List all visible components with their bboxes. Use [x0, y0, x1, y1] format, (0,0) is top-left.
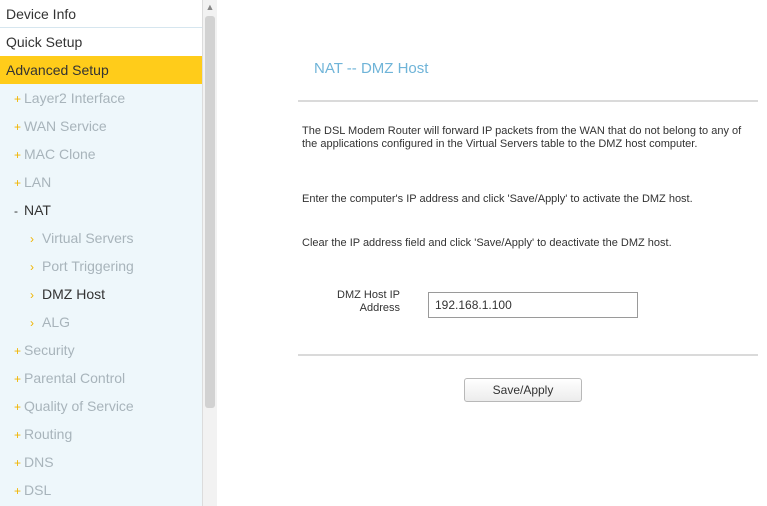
expand-plus-icon: +	[14, 344, 22, 358]
menu-security[interactable]: + Security	[0, 336, 202, 364]
chevron-right-icon: ›	[30, 232, 34, 246]
sidebar-menu: Device Info Quick Setup Advanced Setup +…	[0, 0, 202, 506]
menu-label: LAN	[24, 174, 52, 190]
description-activate: Enter the computer's IP address and clic…	[302, 193, 693, 205]
menu-label: Routing	[24, 426, 73, 442]
dmz-host-ip-input[interactable]	[428, 292, 638, 318]
expand-plus-icon: +	[14, 400, 22, 414]
menu-device-info[interactable]: Device Info	[0, 0, 202, 28]
collapse-minus-icon: -	[14, 204, 18, 218]
chevron-right-icon: ›	[30, 288, 34, 302]
menu-mac-clone[interactable]: + MAC Clone	[0, 140, 202, 168]
menu-quality-of-service[interactable]: + Quality of Service	[0, 392, 202, 420]
menu-routing[interactable]: + Routing	[0, 420, 202, 448]
chevron-right-icon: ›	[30, 260, 34, 274]
expand-plus-icon: +	[14, 372, 22, 386]
menu-port-triggering[interactable]: › Port Triggering	[0, 252, 202, 280]
menu-parental-control[interactable]: + Parental Control	[0, 364, 202, 392]
divider	[298, 100, 758, 102]
menu-label: Virtual Servers	[42, 230, 134, 246]
menu-advanced-setup[interactable]: Advanced Setup	[0, 56, 202, 84]
menu-label: Parental Control	[24, 370, 126, 386]
menu-label: Quality of Service	[24, 398, 134, 414]
menu-label: NAT	[24, 202, 51, 218]
expand-plus-icon: +	[14, 120, 22, 134]
menu-dsl[interactable]: + DSL	[0, 476, 202, 504]
menu-label: Port Triggering	[42, 258, 134, 274]
expand-plus-icon: +	[14, 92, 22, 106]
expand-plus-icon: +	[14, 484, 22, 498]
scrollbar-thumb[interactable]	[205, 16, 215, 408]
description-forwarding: The DSL Modem Router will forward IP pac…	[302, 125, 742, 150]
chevron-up-icon[interactable]: ▲	[203, 0, 217, 14]
menu-dmz-host[interactable]: › DMZ Host	[0, 280, 202, 308]
menu-alg[interactable]: › ALG	[0, 308, 202, 336]
expand-plus-icon: +	[14, 428, 22, 442]
menu-label: DNS	[24, 454, 54, 470]
menu-layer2-interface[interactable]: + Layer2 Interface	[0, 84, 202, 112]
expand-plus-icon: +	[14, 176, 22, 190]
expand-plus-icon: +	[14, 456, 22, 470]
menu-label: ALG	[42, 314, 71, 330]
menu-lan[interactable]: + LAN	[0, 168, 202, 196]
expand-plus-icon: +	[14, 148, 22, 162]
chevron-right-icon: ›	[30, 316, 34, 330]
menu-label: Security	[24, 342, 75, 358]
dmz-host-ip-label: DMZ Host IP Address	[337, 289, 400, 314]
menu-quick-setup[interactable]: Quick Setup	[0, 28, 202, 56]
menu-label: WAN Service	[24, 118, 107, 134]
save-apply-button[interactable]: Save/Apply	[464, 378, 582, 402]
menu-label: Layer2 Interface	[24, 90, 126, 106]
page-title: NAT -- DMZ Host	[314, 60, 429, 77]
menu-nat[interactable]: - NAT	[0, 196, 202, 224]
description-deactivate: Clear the IP address field and click 'Sa…	[302, 237, 672, 249]
divider	[298, 354, 758, 356]
menu-virtual-servers[interactable]: › Virtual Servers	[0, 224, 202, 252]
menu-label: MAC Clone	[24, 146, 96, 162]
menu-dns[interactable]: + DNS	[0, 448, 202, 476]
menu-label: DSL	[24, 482, 52, 498]
menu-label: DMZ Host	[42, 286, 105, 302]
menu-wan-service[interactable]: + WAN Service	[0, 112, 202, 140]
sidebar-scrollbar[interactable]: ▲	[202, 0, 217, 506]
main-content: NAT -- DMZ Host The DSL Modem Router wil…	[216, 0, 767, 506]
